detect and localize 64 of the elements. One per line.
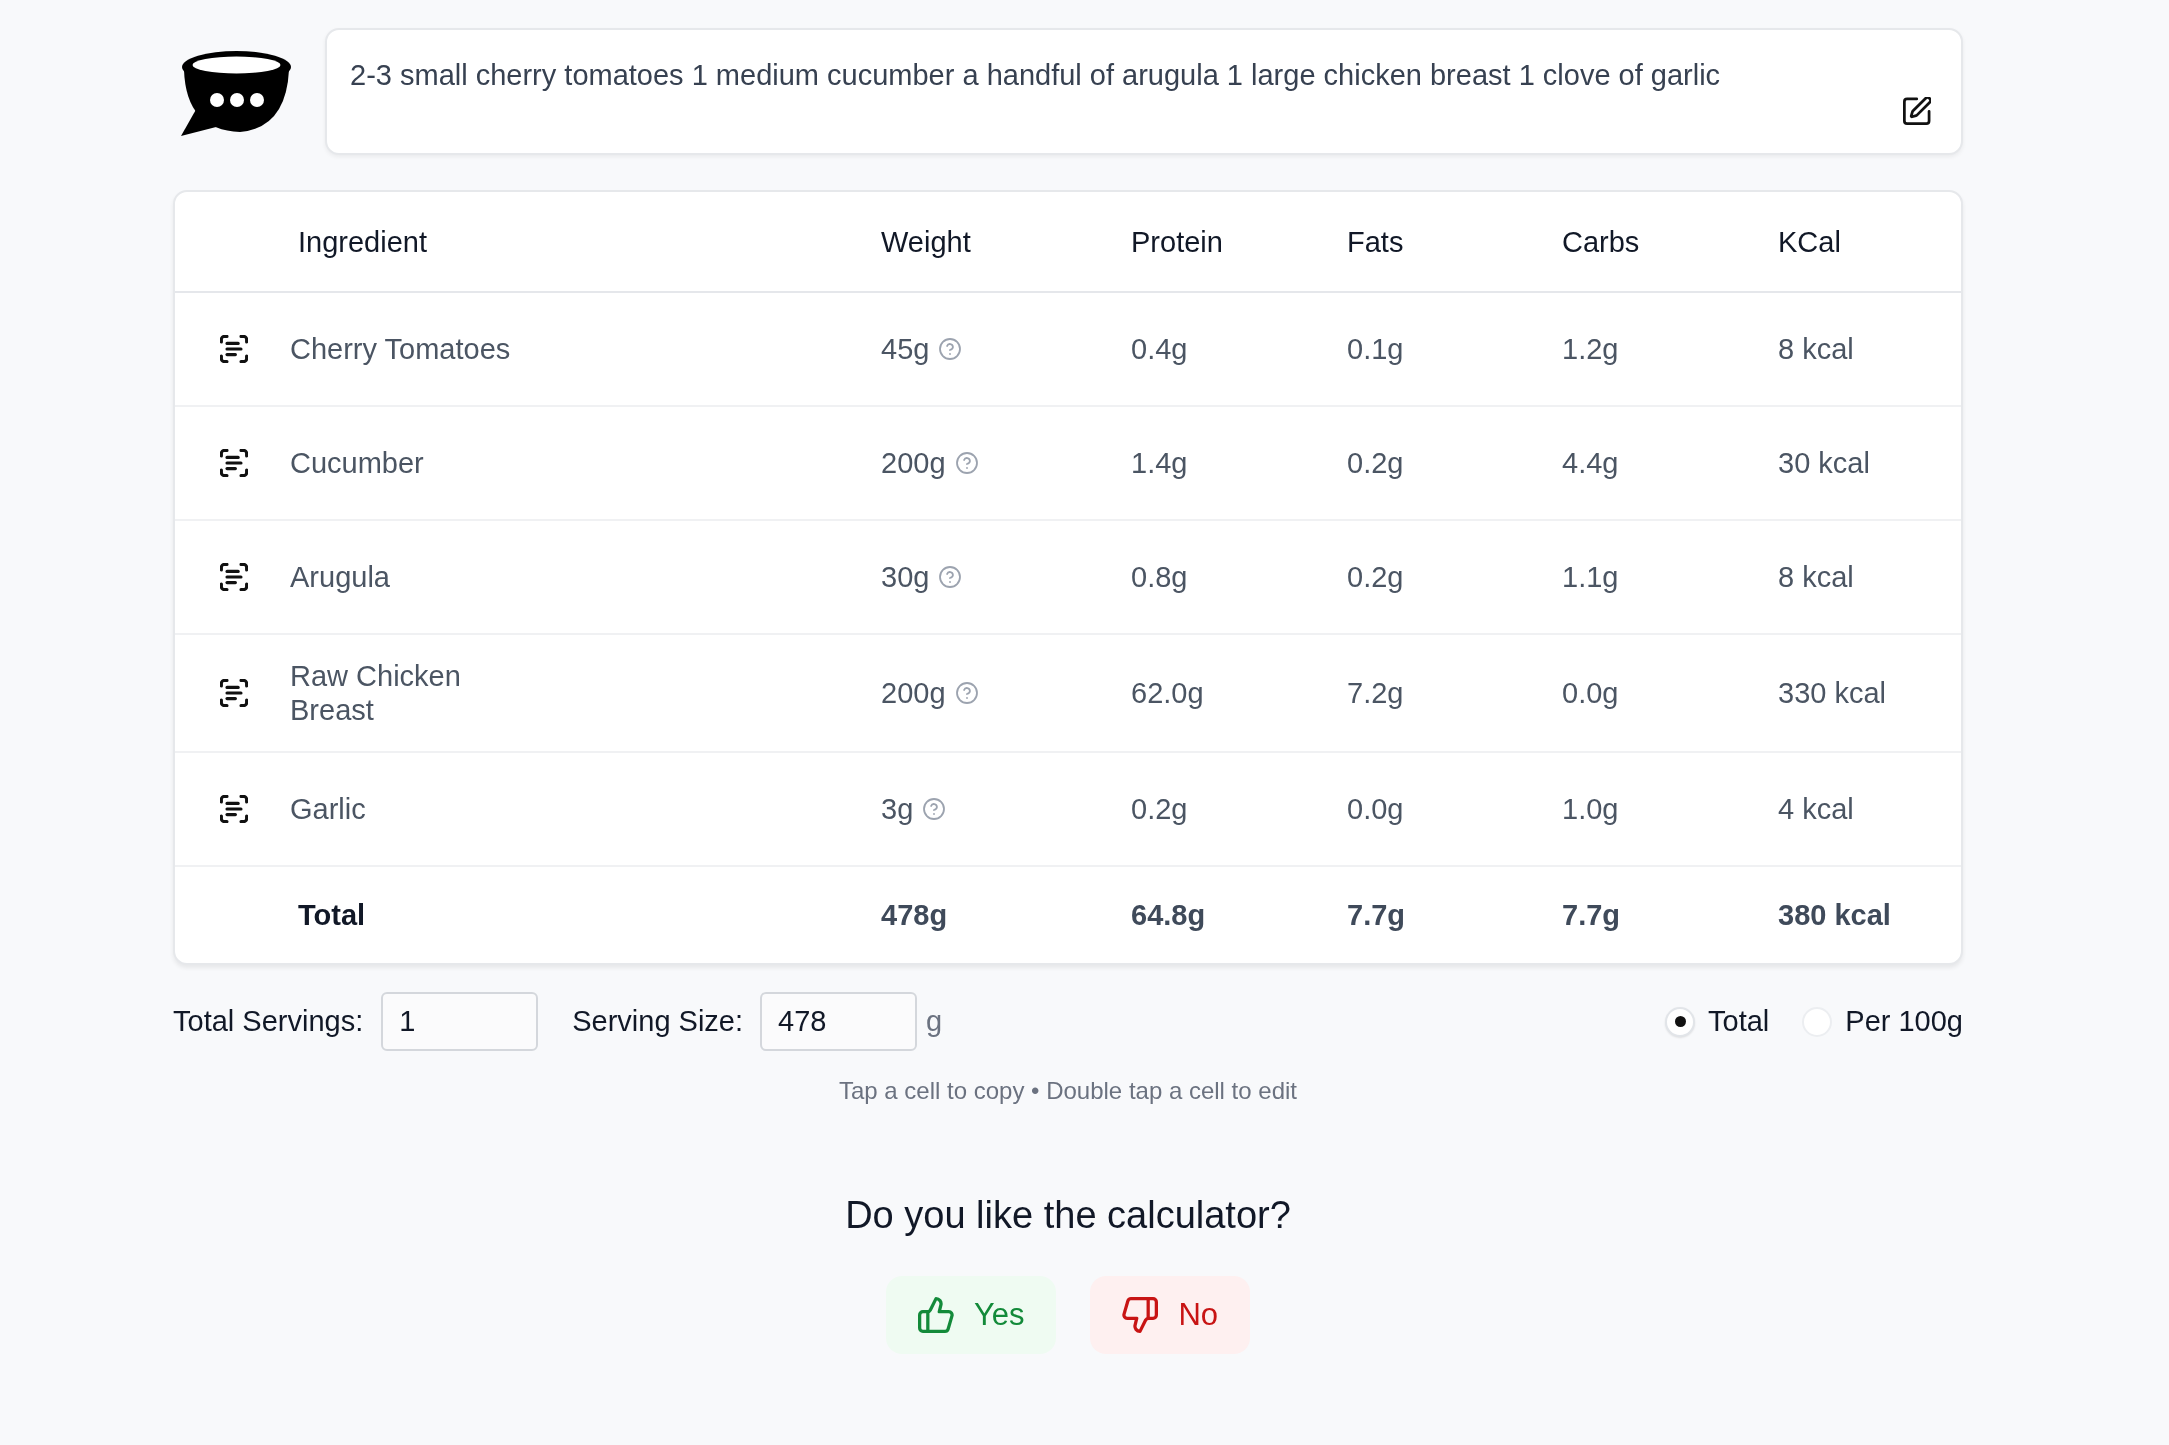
carbs-cell[interactable]: 1.0g (1562, 792, 1619, 826)
thumbs-up-icon (917, 1297, 954, 1333)
column-header: Protein (1131, 225, 1223, 258)
radio-label[interactable]: Per 100g (1845, 1005, 1963, 1038)
kcal-cell[interactable]: 330 kcal (1778, 676, 1886, 710)
fats-cell[interactable]: 0.0g (1347, 792, 1404, 826)
serving-size-label: Serving Size: (572, 1005, 744, 1038)
weight-cell[interactable]: 200g (881, 676, 946, 710)
weight-cell[interactable]: 3g (881, 792, 914, 826)
kcal-cell[interactable]: 30 kcal (1778, 446, 1870, 480)
ingredient-cell[interactable]: Garlic (290, 792, 366, 826)
column-header: Ingredient (297, 225, 427, 258)
protein-cell[interactable]: 0.8g (1131, 560, 1188, 594)
yes-button[interactable]: Yes (885, 1276, 1057, 1354)
carbs-cell[interactable]: 4.4g (1562, 446, 1619, 480)
ingredient-cell[interactable]: Raw Chicken Breast (290, 659, 535, 727)
total-label: Total (297, 899, 366, 931)
carbs-cell[interactable]: 1.2g (1562, 332, 1619, 366)
carbs-cell[interactable]: 1.1g (1562, 560, 1619, 594)
serving-size-input[interactable]: 478 (760, 992, 918, 1051)
column-header: Fats (1347, 225, 1404, 258)
total-servings-input[interactable]: 1 (381, 992, 539, 1051)
fats-cell[interactable]: 0.2g (1347, 560, 1404, 594)
weight-cell[interactable]: 30g (881, 560, 930, 594)
fats-cell[interactable]: 0.2g (1347, 446, 1404, 480)
ingredients-field[interactable]: 2-3 small cherry tomatoes 1 medium cucumber a handful of arugula 1 large chicken breast 1 clove of garlic (325, 28, 1963, 155)
kcal-cell[interactable]: 4 kcal (1778, 792, 1854, 826)
ingredient-cell[interactable]: Cucumber (290, 446, 424, 480)
kcal-cell[interactable]: 8 kcal (1778, 560, 1854, 594)
edit-icon[interactable] (1903, 97, 1931, 125)
radio-label[interactable]: Total (1708, 1005, 1770, 1038)
feedback-question: Do you like the calculator? (845, 1193, 1291, 1238)
scan-icon[interactable] (219, 563, 248, 591)
radio-button[interactable] (1665, 1006, 1696, 1037)
no-button[interactable]: No (1090, 1276, 1251, 1354)
ingredient-cell[interactable]: Cherry Tomatoes (290, 332, 511, 366)
total-weight-cell[interactable]: 478g (881, 898, 948, 932)
column-header: Carbs (1562, 225, 1640, 258)
fats-cell[interactable]: 7.2g (1347, 676, 1404, 710)
total-fats-cell[interactable]: 7.7g (1347, 898, 1406, 932)
protein-cell[interactable]: 0.2g (1131, 792, 1188, 826)
weight-cell[interactable]: 200g (881, 446, 946, 480)
logo-icon (180, 50, 293, 136)
ingredient-cell[interactable]: Arugula (290, 560, 390, 594)
thumbs-down-icon (1122, 1297, 1159, 1333)
weight-cell[interactable]: 45g (881, 332, 930, 366)
protein-cell[interactable]: 1.4g (1131, 446, 1188, 480)
column-header: KCal (1778, 225, 1841, 258)
unit-label: g (926, 1005, 943, 1038)
scan-icon[interactable] (219, 679, 248, 707)
scan-icon[interactable] (219, 795, 248, 823)
total-kcal-cell[interactable]: 380 kcal (1778, 898, 1891, 932)
kcal-cell[interactable]: 8 kcal (1778, 332, 1854, 366)
total-protein-cell[interactable]: 64.8g (1131, 898, 1206, 932)
carbs-cell[interactable]: 0.0g (1562, 676, 1619, 710)
protein-cell[interactable]: 62.0g (1131, 676, 1204, 710)
column-header: Weight (881, 225, 971, 258)
fats-cell[interactable]: 0.1g (1347, 332, 1404, 366)
total-servings-label: Total Servings: (173, 1005, 364, 1038)
scan-icon[interactable] (219, 449, 248, 477)
scan-icon[interactable] (219, 335, 248, 363)
total-carbs-cell[interactable]: 7.7g (1562, 898, 1621, 932)
hint-text: Tap a cell to copy • Double tap a cell to edit (839, 1076, 1297, 1106)
protein-cell[interactable]: 0.4g (1131, 332, 1188, 366)
